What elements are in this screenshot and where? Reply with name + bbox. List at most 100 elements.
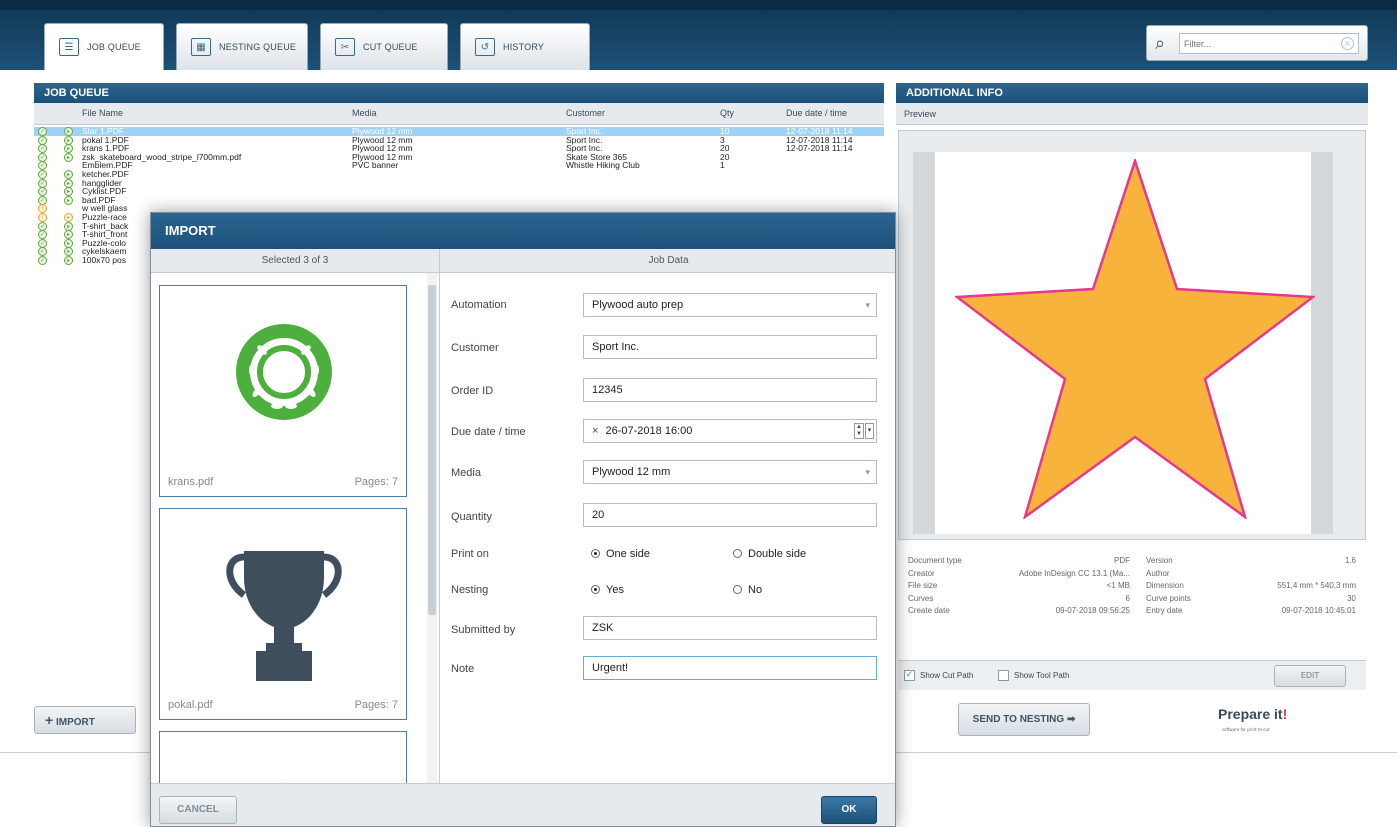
meta-key: Version <box>1146 556 1173 565</box>
import-button-label: IMPORT <box>55 717 95 728</box>
meta-key: Curve points <box>1146 593 1191 603</box>
automation-label: Automation <box>451 299 507 311</box>
preview-label: Preview <box>896 103 1368 125</box>
list-icon: ☰ <box>59 38 79 56</box>
clear-icon[interactable]: × <box>1341 37 1354 50</box>
note-field[interactable]: Urgent! <box>583 656 877 680</box>
nesting-no-radio[interactable]: No <box>733 584 762 596</box>
history-icon: ↺ <box>475 38 495 56</box>
thumbnail-filename: pokal.pdf <box>168 699 213 711</box>
submitted-by-label: Submitted by <box>451 624 516 636</box>
clear-date-icon[interactable]: × <box>592 425 598 437</box>
ok-button[interactable]: OK <box>821 796 877 824</box>
meta-value: 09-07-2018 09:56:25 <box>1055 606 1130 615</box>
print-double-side-label: Double side <box>748 548 807 560</box>
meta-key: Create date <box>908 606 950 615</box>
path-options: ✓ Show Cut Path Show Tool Path EDIT <box>898 660 1366 690</box>
print-on-label: Print on <box>451 548 489 560</box>
thumbnail-card[interactable]: krans.pdf Pages: 7 <box>159 285 407 497</box>
print-one-side-label: One side <box>606 548 651 560</box>
logo-tagline: software for print to cut <box>1222 727 1270 732</box>
edit-button[interactable]: EDIT <box>1274 665 1346 687</box>
print-one-side-radio[interactable]: One side <box>591 548 650 560</box>
automation-value: Plywood auto prep <box>592 299 684 311</box>
media-select[interactable]: Plywood 12 mm <box>583 460 877 484</box>
show-tool-path-checkbox[interactable] <box>998 670 1009 681</box>
show-cut-path-label: Show Cut Path <box>920 671 974 680</box>
trophy-icon <box>226 551 342 681</box>
cell-media: PVC banner <box>352 160 399 171</box>
check-icon: ✓ <box>38 256 47 265</box>
plus-icon: + <box>45 712 54 728</box>
thumbnail-card[interactable]: pokal.pdf Pages: 7 <box>159 508 407 720</box>
radio-dot <box>591 585 600 594</box>
col-media[interactable]: Media <box>352 108 377 118</box>
send-to-nesting-button[interactable]: SEND TO NESTING ➡ <box>958 703 1090 736</box>
automation-select[interactable]: Plywood auto prep <box>583 293 877 317</box>
laurel-wreath-icon <box>236 324 332 420</box>
meta-value: PDF <box>1114 556 1130 565</box>
thumbnail-pages: Pages: 7 <box>354 476 398 488</box>
customer-value: Sport Inc. <box>592 341 640 353</box>
media-label: Media <box>451 467 481 479</box>
order-id-field[interactable]: 12345 <box>583 378 877 402</box>
print-double-side-radio[interactable]: Double side <box>733 548 806 560</box>
cell-due: 12-07-2018 11:14 <box>786 143 853 154</box>
thumbnail-pages: Pages: 7 <box>354 699 398 711</box>
search-icon[interactable]: ⌕ <box>1155 33 1165 54</box>
meta-key: Creator <box>908 568 935 578</box>
quantity-label: Quantity <box>451 511 492 523</box>
col-qty[interactable]: Qty <box>720 108 734 118</box>
tab-job-queue[interactable]: ☰ JOB QUEUE <box>44 23 164 70</box>
meta-key: File size <box>908 581 938 590</box>
quantity-value: 20 <box>592 509 605 521</box>
job-queue-table-header: File Name Media Customer Qty Due date / … <box>34 103 884 125</box>
additional-info-header: ADDITIONAL INFO <box>896 83 1368 103</box>
cancel-button[interactable]: CANCEL <box>159 796 237 824</box>
show-tool-path-label: Show Tool Path <box>1014 671 1070 680</box>
show-cut-path-checkbox[interactable]: ✓ <box>904 670 915 681</box>
filter-input[interactable] <box>1179 33 1359 54</box>
top-strip <box>0 0 1397 10</box>
tab-label: JOB QUEUE <box>87 42 141 52</box>
order-id-value: 12345 <box>592 384 623 396</box>
col-file-name[interactable]: File Name <box>82 108 123 118</box>
due-date-field[interactable]: × 26-07-2018 16:00 ▲ ▼ ▾ <box>583 419 877 443</box>
import-button[interactable]: + IMPORT <box>34 706 136 734</box>
radio-dot <box>733 585 742 594</box>
tab-nesting-queue[interactable]: ▦ NESTING QUEUE <box>176 23 308 70</box>
cell-qty: 1 <box>720 160 725 171</box>
tab-cut-queue[interactable]: ✂ CUT QUEUE <box>320 23 448 70</box>
meta-value: 551,4 mm * 540,3 mm <box>1277 581 1356 590</box>
job-data-heading: Job Data <box>440 249 895 273</box>
meta-key: Document type <box>908 556 962 565</box>
quantity-field[interactable]: 20 <box>583 503 877 527</box>
filter-box: ⌕ × <box>1146 25 1368 61</box>
scissors-icon: ✂ <box>335 38 355 56</box>
meta-key: Curves <box>908 593 934 603</box>
date-dropdown-icon[interactable]: ▾ <box>865 423 874 439</box>
logo-text: Prepare it <box>1218 706 1283 722</box>
order-id-label: Order ID <box>451 385 494 397</box>
col-due-date[interactable]: Due date / time <box>786 108 847 118</box>
submitted-by-value: ZSK <box>592 622 614 634</box>
customer-field[interactable]: Sport Inc. <box>583 335 877 359</box>
due-date-value: 26-07-2018 16:00 <box>605 425 693 437</box>
nesting-yes-radio[interactable]: Yes <box>591 584 624 596</box>
date-spinner[interactable]: ▲ ▼ <box>854 423 864 439</box>
dialog-footer: CANCEL OK <box>151 783 895 826</box>
thumbnail-scrollbar[interactable] <box>427 273 437 783</box>
thumbnail-filename: krans.pdf <box>168 476 214 488</box>
logo-exclamation: ! <box>1282 706 1288 722</box>
scrollbar-thumb[interactable] <box>428 285 436 615</box>
meta-value: 6 <box>1125 593 1130 603</box>
logo: Prepare it! <box>1218 706 1287 722</box>
radio-dot <box>733 549 742 558</box>
tab-history[interactable]: ↺ HISTORY <box>460 23 590 70</box>
col-customer[interactable]: Customer <box>566 108 605 118</box>
radio-dot <box>591 549 600 558</box>
meta-key: Author <box>1146 568 1170 578</box>
cell-customer: Whistle Hiking Club <box>566 160 640 171</box>
nesting-label: Nesting <box>451 584 489 596</box>
submitted-by-field[interactable]: ZSK <box>583 616 877 640</box>
